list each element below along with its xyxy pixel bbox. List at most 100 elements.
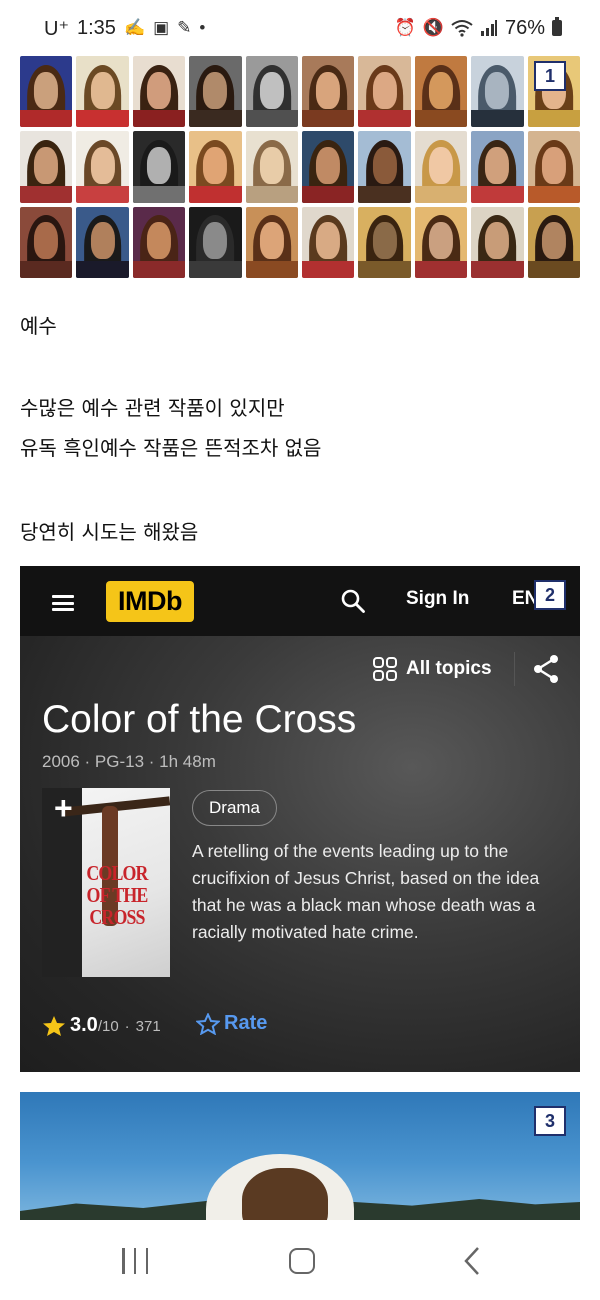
battery-percent: 76% [504,16,545,39]
alarm-icon: ⏰ [394,18,416,37]
portrait-face [372,147,397,185]
search-icon[interactable] [340,588,366,614]
share-icon[interactable] [532,654,560,684]
portrait-tile [132,131,186,203]
image-badge-3: 3 [534,1106,566,1136]
portrait-face [372,71,397,109]
carrier-label: U⁺ [44,17,69,40]
portrait-collage[interactable] [20,56,580,278]
status-bar: U⁺ 1:35 ✍ ▣ ✎ • ⏰ 🔇 76% [0,0,600,56]
portrait-face [34,222,59,260]
rating-summary: 3.0 /10 · 371 [42,1014,161,1037]
poster-title: COLOR OF THE CROSS [86,861,148,929]
portrait-face [428,147,454,185]
mute-icon: 🔇 [422,18,444,37]
portrait-face [316,71,341,109]
portrait-robe [471,185,524,203]
sign-in-link[interactable]: Sign In [406,588,469,610]
movie-title: Color of the Cross [42,698,357,741]
portrait-face [428,222,454,260]
portrait-tile [302,131,355,203]
recents-icon[interactable] [122,1248,148,1274]
portrait-tile [20,131,73,203]
portrait-face [541,222,566,260]
navigation-bar [0,1222,600,1300]
add-watchlist-icon[interactable]: + [54,792,73,824]
portrait-face [146,71,172,109]
imdb-screenshot[interactable]: IMDb Sign In EN 2 All topics Color of th… [20,566,580,1072]
post-line-3: 유독 흑인예수 작품은 뜬적조차 없음 [20,436,322,460]
portrait-tile [527,131,580,203]
portrait-tile [189,131,242,203]
still-head [242,1168,328,1220]
portrait-face [485,147,510,185]
post-line-1: 예수 [20,314,57,338]
all-topics-button[interactable]: All topics [372,656,492,682]
portrait-robe [302,185,355,203]
portrait-robe [414,110,468,128]
hand-icon: ✍ [123,18,146,37]
portrait-tile [245,131,298,203]
title-hero: All topics Color of the Cross 2006 · PG-… [20,636,580,1072]
rating-scale: /10 [97,1018,119,1035]
portrait-robe [527,110,580,128]
portrait-face [372,222,397,260]
portrait-robe [358,260,411,278]
portrait-face [203,71,228,109]
battery-icon [552,17,562,36]
signal-icon [480,20,497,36]
portrait-robe [358,110,411,128]
portrait-tile [302,56,355,128]
portrait-robe [414,185,468,203]
rating-value: 3.0 [70,1014,98,1036]
portrait-face [203,147,228,185]
portrait-face [541,147,566,185]
portrait-face [90,222,115,260]
portrait-tile [76,206,129,278]
portrait-robe [189,185,242,203]
portrait-tile [132,206,186,278]
portrait-face [203,222,228,260]
menu-icon[interactable] [52,595,74,611]
rate-button[interactable]: Rate [196,1012,267,1035]
wifi-icon [451,20,473,37]
portrait-robe [189,110,242,128]
rate-label: Rate [224,1012,268,1034]
portrait-robe [76,110,129,128]
portrait-tile [414,56,468,128]
portrait-tile [414,131,468,203]
portrait-robe [76,260,129,278]
portrait-tile [189,206,242,278]
dot-icon: • [199,18,206,37]
genre-chip[interactable]: Drama [192,790,278,826]
portrait-tile [358,131,411,203]
portrait-face [316,222,341,260]
portrait-robe [132,185,186,203]
topbar-divider [514,652,515,686]
rating-count: 371 [135,1018,161,1035]
portrait-robe [245,260,298,278]
portrait-face [146,222,172,260]
portrait-tile [471,206,524,278]
movie-still-image[interactable]: 3 [20,1092,580,1220]
portrait-face [259,222,284,260]
back-icon[interactable] [462,1246,482,1276]
all-topics-label: All topics [406,658,492,679]
clock: 1:35 [77,16,116,39]
portrait-tile [189,56,242,128]
movie-poster[interactable]: COLOR OF THE CROSS + [42,788,170,977]
portrait-robe [76,185,129,203]
image-badge-1: 1 [534,61,566,91]
portrait-face [485,71,510,109]
portrait-robe [358,185,411,203]
portrait-tile [358,56,411,128]
portrait-tile [76,131,129,203]
portrait-tile [471,131,524,203]
imdb-logo[interactable]: IMDb [106,581,194,622]
portrait-robe [20,260,73,278]
portrait-face [428,71,454,109]
home-icon[interactable] [289,1248,315,1274]
status-left: U⁺ 1:35 ✍ ▣ ✎ • [44,16,205,41]
portrait-tile [245,56,298,128]
portrait-robe [302,110,355,128]
